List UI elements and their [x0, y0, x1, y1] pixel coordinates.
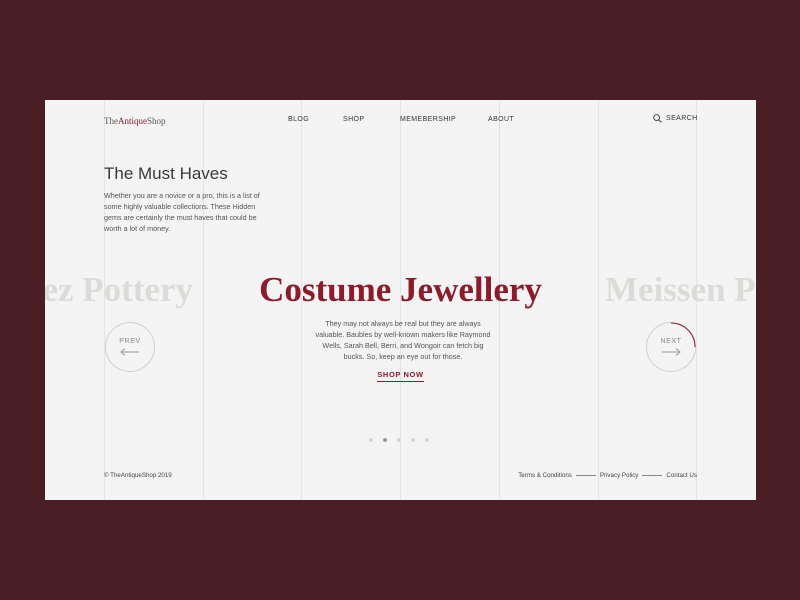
- divider: [642, 475, 663, 476]
- arrow-left-icon: [120, 348, 139, 356]
- next-button[interactable]: NEXT: [646, 322, 696, 372]
- search-button[interactable]: SEARCH: [653, 114, 698, 123]
- pagination-dot[interactable]: [383, 438, 387, 442]
- hero-card: TheAntiqueShop BLOG SHOP MEMEBERSHIP ABO…: [45, 100, 756, 500]
- footer-links: Terms & Conditions Privacy Policy Contac…: [518, 472, 697, 479]
- search-icon: [653, 114, 662, 123]
- next-item-title: Meissen P: [605, 270, 756, 309]
- section-title: The Must Haves: [104, 164, 228, 183]
- copyright: © TheAntiqueShop 2019: [104, 472, 172, 479]
- logo-prefix: The: [104, 116, 118, 126]
- nav-membership[interactable]: MEMEBERSHIP: [400, 116, 456, 123]
- logo-accent: Antique: [118, 116, 147, 126]
- divider: [575, 475, 596, 476]
- carousel-pagination: [369, 438, 429, 442]
- prev-button[interactable]: PREV: [105, 322, 155, 372]
- shop-now-label: SHOP NOW: [377, 370, 424, 382]
- pagination-dot[interactable]: [411, 438, 415, 442]
- pagination-dot[interactable]: [425, 438, 429, 442]
- search-label: SEARCH: [666, 115, 698, 122]
- pagination-dot[interactable]: [397, 438, 401, 442]
- item-description: They may not always be real but they are…: [315, 319, 491, 361]
- nav-about[interactable]: ABOUT: [488, 116, 514, 123]
- progress-ring-icon: [670, 322, 696, 348]
- prev-label: PREV: [119, 338, 141, 345]
- nav-shop[interactable]: SHOP: [343, 116, 364, 123]
- site-logo[interactable]: TheAntiqueShop: [104, 116, 166, 126]
- section-description: Whether you are a novice or a pro, this …: [104, 191, 260, 233]
- nav-blog[interactable]: BLOG: [288, 116, 309, 123]
- logo-suffix: Shop: [147, 116, 166, 126]
- pagination-dot[interactable]: [369, 438, 373, 442]
- footer-link-terms[interactable]: Terms & Conditions: [518, 472, 572, 479]
- footer-link-privacy[interactable]: Privacy Policy: [600, 472, 639, 479]
- footer-link-contact[interactable]: Contact Us: [666, 472, 697, 479]
